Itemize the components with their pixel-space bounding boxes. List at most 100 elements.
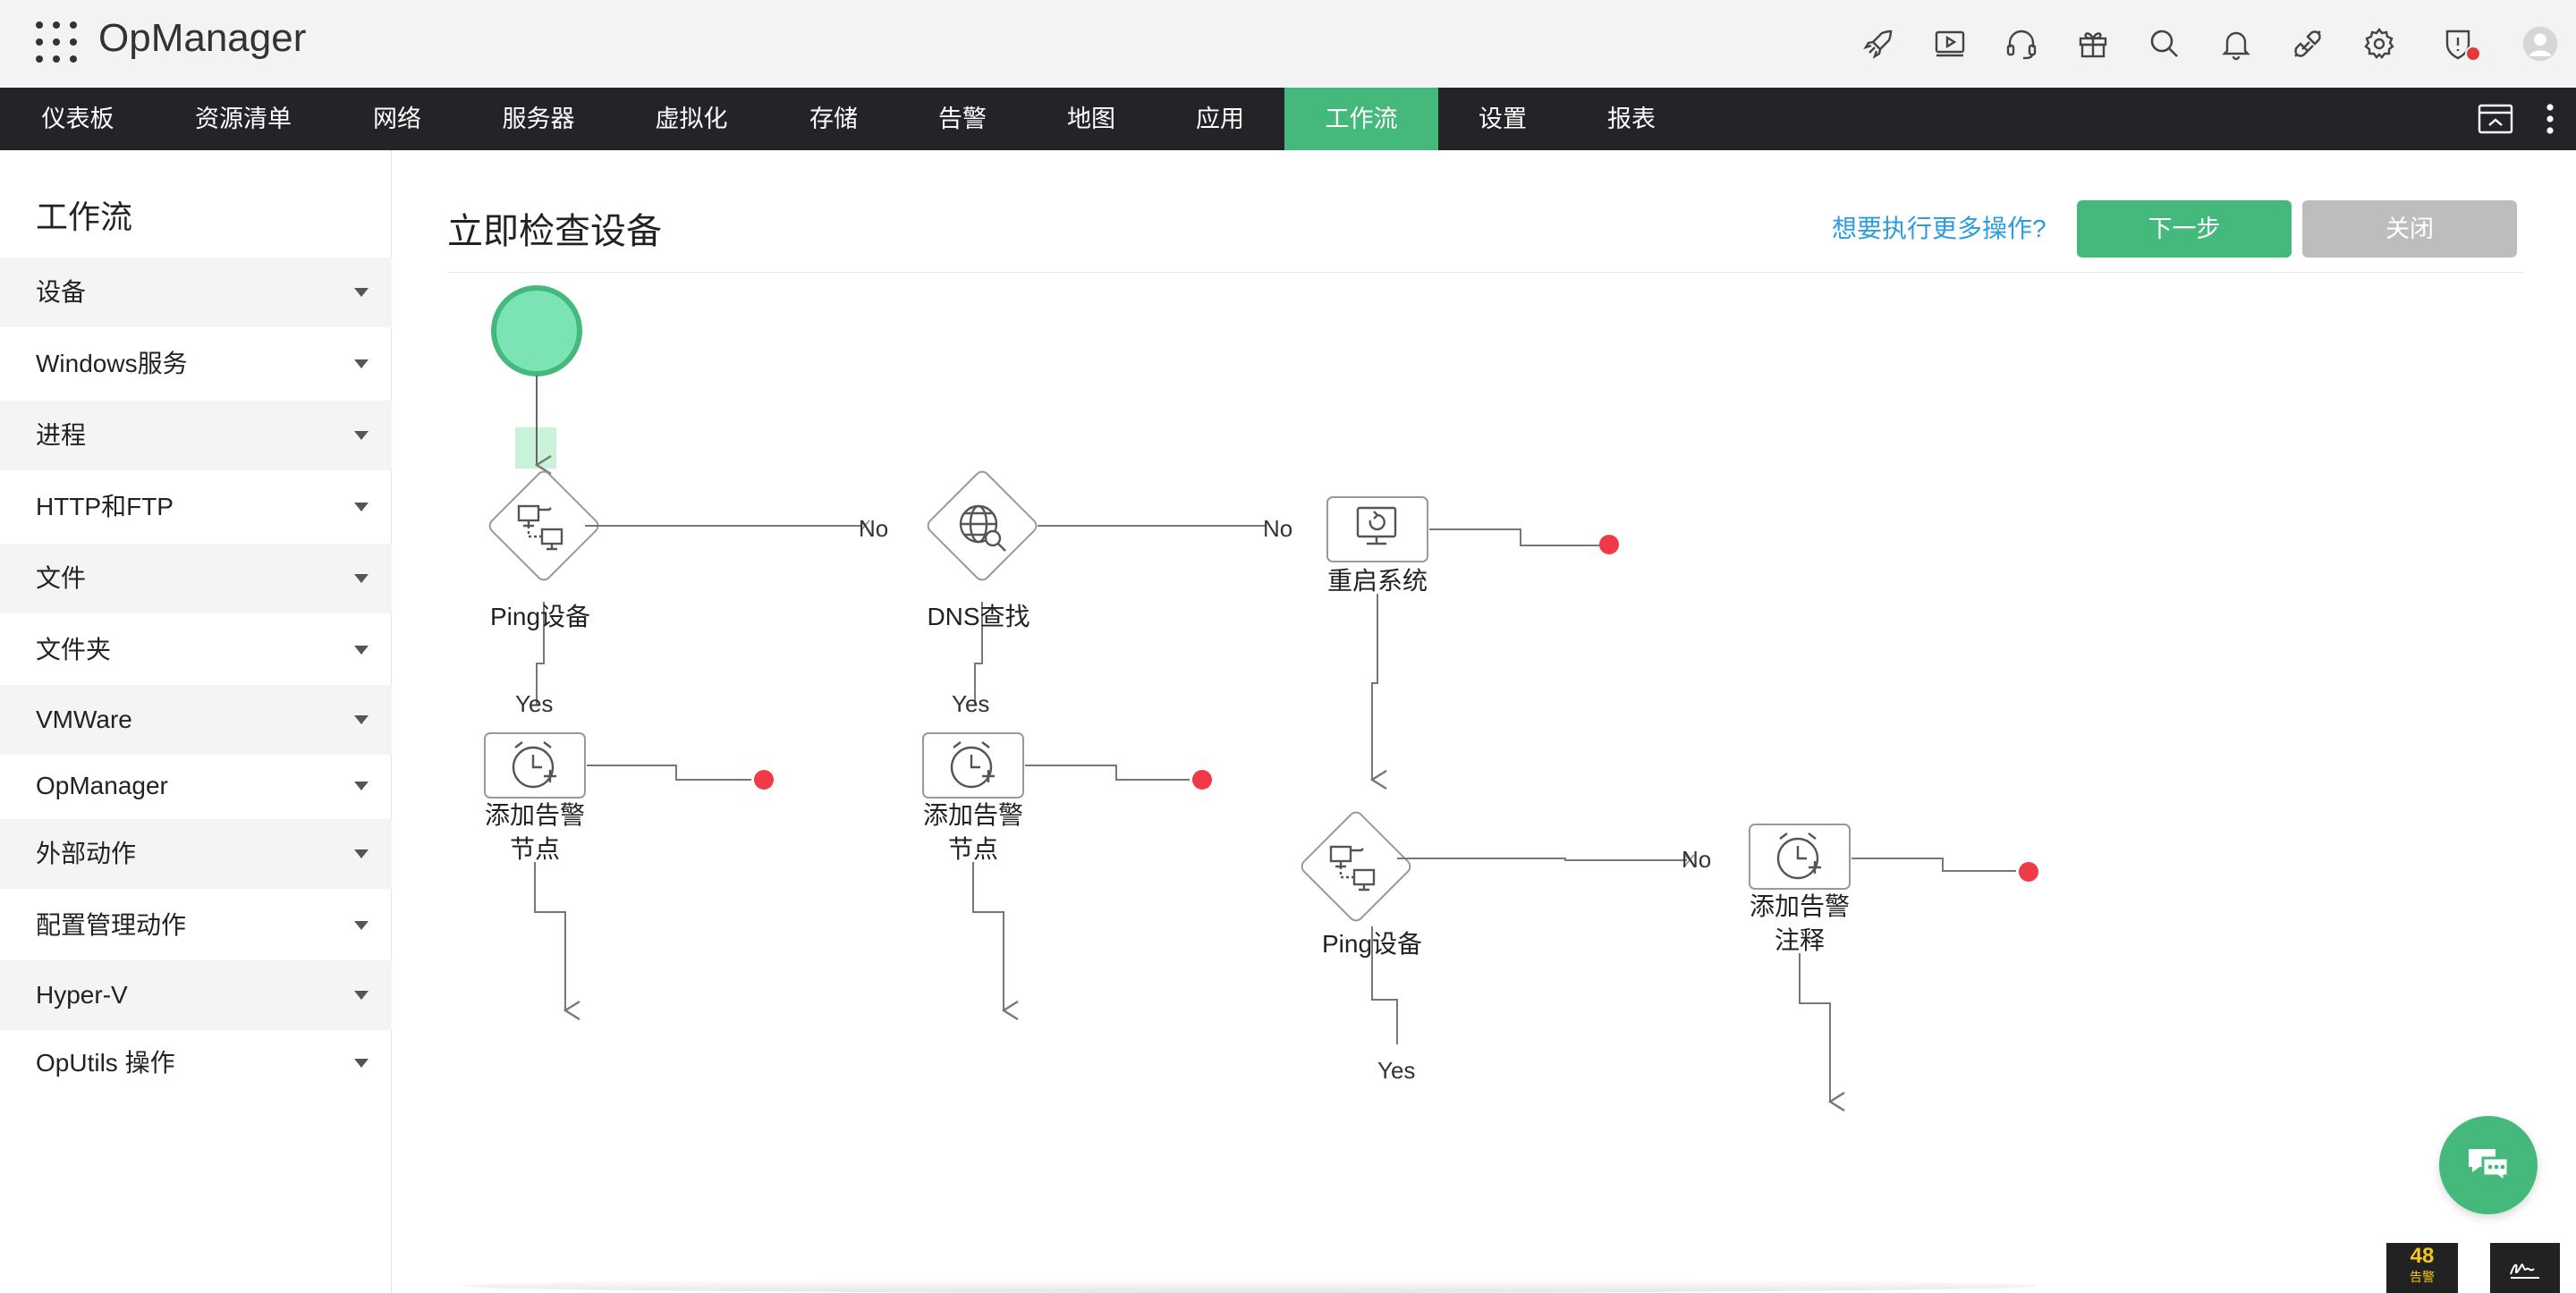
edge-label-yes: Yes [1377,1057,1416,1084]
nav-maps[interactable]: 地图 [1027,88,1156,150]
sidebar-item-config-action[interactable]: 配置管理动作 [0,891,392,960]
signature-icon[interactable] [2490,1243,2560,1293]
nav-dashboard[interactable]: 仪表板 [0,88,156,150]
gear-icon[interactable] [2358,22,2401,65]
caret-down-icon [354,288,369,297]
ping-device-node[interactable] [1299,809,1412,923]
sidebar-item-process[interactable]: 进程 [0,401,392,470]
ping-device-node[interactable] [487,469,600,582]
chat-button[interactable] [2439,1116,2538,1214]
edge-label-yes: Yes [515,690,554,717]
caret-down-icon [354,574,369,583]
node-label: 添加告警 [484,801,585,829]
alarm-count: 48 [2410,1244,2435,1268]
bell-icon[interactable] [2215,22,2258,65]
nav-storage[interactable]: 存储 [769,88,898,150]
sidebar-item-file[interactable]: 文件 [0,544,392,613]
sidebar-item-label: 文件夹 [36,636,112,663]
add-alarm-annotation-node[interactable] [1749,824,1851,890]
main-nav: 仪表板 资源清单 网络 服务器 虚拟化 存储 告警 地图 应用 工作流 设置 报… [0,88,2576,150]
shield-alert-icon[interactable] [2436,22,2481,65]
rocket-icon[interactable] [1857,22,1900,65]
sidebar-item-hyperv[interactable]: Hyper-V [0,960,392,1030]
connector [1025,765,1190,781]
sidebar-item-label: 配置管理动作 [36,911,187,939]
add-alarm-node[interactable] [484,732,586,799]
workflow-canvas[interactable] [392,150,2576,1293]
sidebar-item-label: 外部动作 [36,840,137,867]
dns-lookup-node[interactable] [925,469,1038,582]
caret-down-icon [354,921,369,930]
end-node-dot[interactable] [1192,770,1212,790]
reboot-system-node[interactable] [1326,496,1428,562]
plug-icon[interactable] [2286,22,2329,65]
sidebar-item-label: HTTP和FTP [36,493,174,520]
sidebar-item-folder[interactable]: 文件夹 [0,615,392,685]
nav-network[interactable]: 网络 [331,88,463,150]
caret-down-icon [354,849,369,858]
sidebar-item-label: 文件 [36,564,87,592]
caret-down-icon [354,359,369,368]
node-label: Ping设备 [1321,930,1423,958]
end-node-dot[interactable] [754,770,774,790]
nav-virtualization[interactable]: 虚拟化 [614,88,769,150]
sidebar-item-vmware[interactable]: VMWare [0,685,392,755]
caret-down-icon [354,503,369,511]
connector [1852,858,2016,872]
sidebar-item-windows-service[interactable]: Windows服务 [0,329,392,399]
sidebar-item-label: OpManager [36,772,168,799]
node-label: Ping设备 [489,603,591,630]
connector [1429,528,1608,546]
top-header: OpManager [0,0,2576,88]
end-node-dot[interactable] [2019,862,2038,882]
nav-servers[interactable]: 服务器 [463,88,614,150]
sidebar-item-oputils[interactable]: OpUtils 操作 [0,1028,392,1098]
caret-down-icon [354,646,369,655]
sidebar-item-external-action[interactable]: 外部动作 [0,819,392,889]
caret-down-icon [354,431,369,440]
start-node[interactable] [491,285,582,376]
end-node-dot[interactable] [1599,535,1619,554]
more-vertical-icon[interactable] [2537,102,2563,136]
node-label: 重启系统 [1326,567,1428,595]
window-collapse-icon[interactable] [2478,102,2513,136]
user-avatar-icon[interactable] [2517,21,2563,67]
sidebar-item-http-ftp[interactable]: HTTP和FTP [0,472,392,542]
gift-icon[interactable] [2072,22,2114,65]
alarm-count-badge[interactable]: 48 告警 [2386,1243,2458,1293]
nav-workflow[interactable]: 工作流 [1284,88,1438,150]
caret-down-icon [354,715,369,724]
canvas-bottom-shadow [463,1279,2038,1293]
search-icon[interactable] [2143,22,2186,65]
node-label: 注释 [1774,926,1825,954]
nav-apps[interactable]: 应用 [1156,88,1284,150]
sidebar-item-label: Hyper-V [36,981,128,1009]
nav-reports[interactable]: 报表 [1567,88,1696,150]
app-logo[interactable]: OpManager [98,16,306,61]
chat-icon [2469,1149,2510,1184]
video-icon[interactable] [1928,22,1971,65]
node-label: 节点 [947,835,998,863]
sidebar-item-opmanager[interactable]: OpManager [0,751,392,821]
sidebar-item-label: 设备 [36,278,87,306]
caret-down-icon [354,782,369,790]
nav-alarms[interactable]: 告警 [898,88,1027,150]
connector [587,765,751,781]
add-alarm-node[interactable] [922,732,1024,799]
edge-label-no: No [1263,515,1293,542]
headset-icon[interactable] [2000,22,2043,65]
workflow-editor: 立即检查设备 想要执行更多操作? 下一步 关闭 Ping设备 DNS查找 重启系… [392,150,2576,1293]
alarm-label: 告警 [2410,1270,2435,1284]
nav-inventory[interactable]: 资源清单 [156,88,331,150]
connector [534,862,580,1021]
nav-settings[interactable]: 设置 [1438,88,1567,150]
edge-label-no: No [859,515,889,542]
workflow-sidebar: 工作流 设备 Windows服务 进程 HTTP和FTP 文件 文件夹 VMWa… [0,150,392,1293]
sidebar-item-label: Windows服务 [36,350,188,377]
connector [1799,953,1845,1112]
app-grid-icon[interactable] [36,21,77,63]
alert-badge-dot [2465,46,2481,62]
sidebar-item-label: 进程 [36,421,87,449]
sidebar-item-label: OpUtils 操作 [36,1049,175,1077]
sidebar-item-device[interactable]: 设备 [0,258,392,327]
